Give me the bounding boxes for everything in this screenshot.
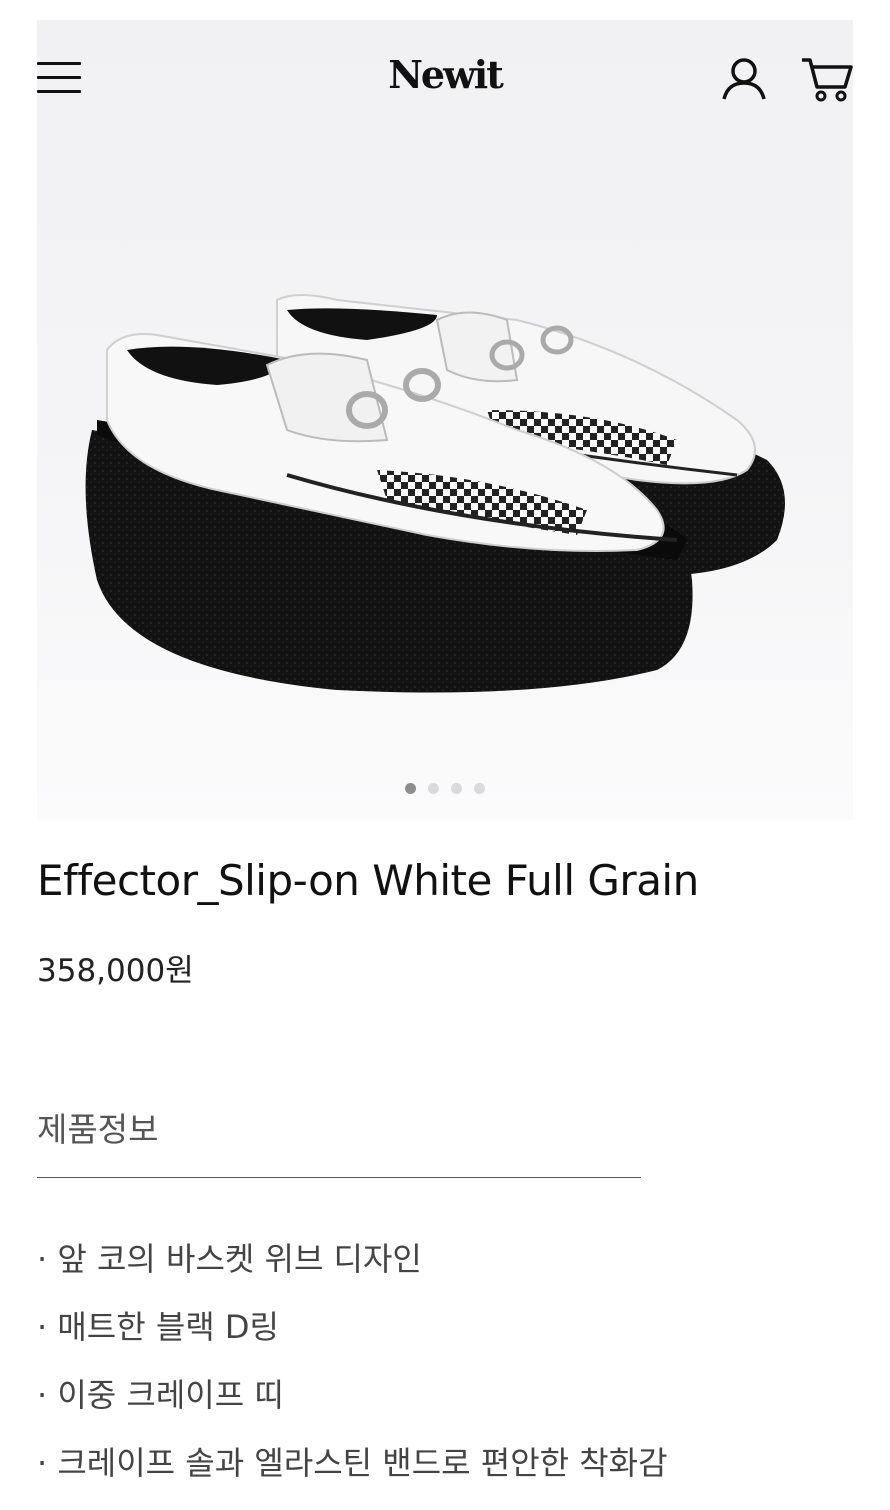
user-icon bbox=[722, 58, 766, 100]
product-image-gallery[interactable] bbox=[37, 20, 853, 820]
account-button[interactable] bbox=[720, 55, 768, 103]
product-price: 358,000원 bbox=[37, 953, 194, 989]
cart-button[interactable] bbox=[800, 55, 854, 103]
feature-item: · 매트한 블랙 D링 bbox=[37, 1308, 279, 1346]
gallery-pagination bbox=[0, 783, 890, 794]
pagination-dot[interactable] bbox=[474, 783, 485, 794]
cart-icon bbox=[802, 58, 853, 102]
product-title: Effector_Slip-on White Full Grain bbox=[37, 856, 699, 905]
pagination-dot[interactable] bbox=[428, 783, 439, 794]
product-info-label: 제품정보 bbox=[37, 1110, 159, 1149]
feature-item: · 앞 코의 바스켓 위브 디자인 bbox=[37, 1240, 422, 1278]
pagination-dot[interactable] bbox=[405, 783, 416, 794]
feature-item: · 이중 크레이프 띠 bbox=[37, 1376, 284, 1414]
pagination-dot[interactable] bbox=[451, 783, 462, 794]
feature-list: · 앞 코의 바스켓 위브 디자인 · 매트한 블랙 D링 · 이중 크레이프 … bbox=[37, 1238, 668, 1510]
divider bbox=[37, 1177, 641, 1178]
product-image bbox=[85, 294, 785, 693]
